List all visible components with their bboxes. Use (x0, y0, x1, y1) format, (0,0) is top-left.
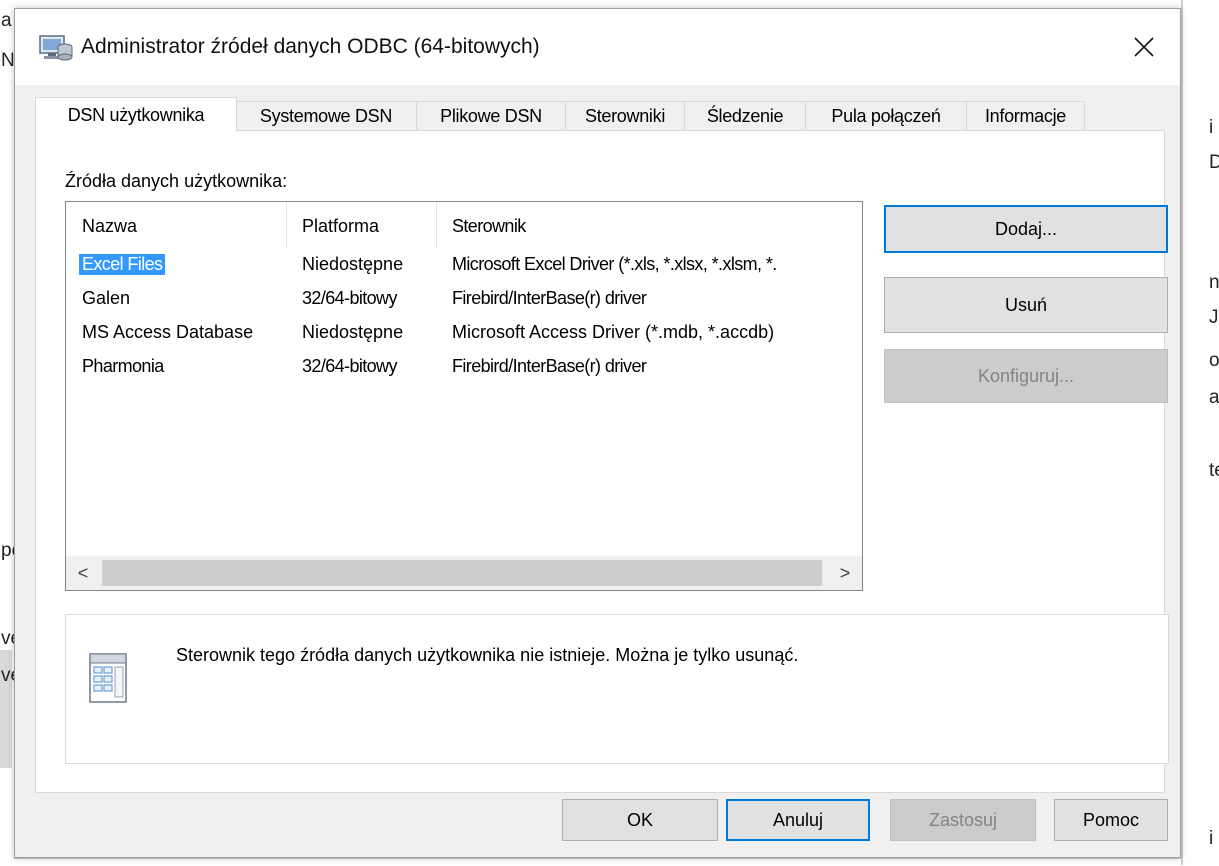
item-name: Excel Files (79, 254, 166, 275)
tab-user-dsn[interactable]: DSN użytkownika (35, 97, 237, 132)
list-item[interactable]: MS Access Database Niedostępne Microsoft… (66, 318, 862, 352)
bg-fragment: i (1209, 117, 1214, 138)
scroll-left-icon[interactable]: < (66, 556, 100, 590)
column-header-driver[interactable]: Sterownik (452, 216, 526, 237)
list-header: Nazwa Platforma Sterownik (66, 202, 862, 248)
tab-system-dsn[interactable]: Systemowe DSN (235, 101, 417, 130)
item-name: Galen (82, 288, 131, 308)
tab-panel-user-dsn: Źródła danych użytkownika: Nazwa Platfor… (35, 130, 1169, 793)
list-item[interactable]: Pharmonia 32/64-bitowy Firebird/InterBas… (66, 352, 862, 386)
close-icon (1134, 37, 1154, 57)
bg-fragment: o (1209, 350, 1219, 371)
bg-fragment: i (1209, 828, 1214, 849)
item-platform: 32/64-bitowy (302, 356, 397, 376)
info-message: Sterownik tego źródła danych użytkownika… (176, 645, 799, 665)
column-header-name[interactable]: Nazwa (82, 216, 137, 237)
item-platform: Niedostępne (302, 254, 404, 274)
scrollbar-thumb[interactable] (102, 560, 822, 586)
bg-fragment: n (1209, 272, 1219, 293)
column-separator[interactable] (436, 202, 437, 248)
tab-file-dsn[interactable]: Plikowe DSN (416, 101, 566, 130)
background-window-left: a N pe ve ve (0, 0, 22, 865)
background-window-right: i D n J o a te i (1181, 0, 1219, 865)
remove-button[interactable]: Usuń (884, 277, 1168, 333)
tab-drivers[interactable]: Sterowniki (565, 101, 685, 130)
item-name: MS Access Database (82, 322, 254, 342)
column-header-platform[interactable]: Platforma (302, 216, 379, 237)
configure-button[interactable]: Konfiguruj... (884, 349, 1168, 403)
dialog-title: Administrator źródeł danych ODBC (64-bit… (81, 35, 540, 58)
list-item[interactable]: Galen 32/64-bitowy Firebird/InterBase(r)… (66, 284, 862, 318)
bg-fragment: a (1209, 387, 1219, 408)
bg-fragment: a (1, 10, 12, 31)
item-driver: Firebird/InterBase(r) driver (452, 356, 647, 376)
ok-button[interactable]: OK (562, 799, 718, 841)
odbc-app-icon (39, 33, 73, 63)
cancel-button[interactable]: Anuluj (726, 799, 870, 841)
info-box: Sterownik tego źródła danych użytkownika… (65, 614, 1169, 764)
bg-fragment: te (1209, 460, 1219, 481)
column-separator[interactable] (286, 202, 287, 248)
add-button[interactable]: Dodaj... (884, 205, 1168, 253)
user-data-sources-label: Źródła danych użytkownika: (65, 171, 288, 191)
bg-fragment: D (1209, 152, 1219, 173)
data-sources-list[interactable]: Nazwa Platforma Sterownik Excel Files Ni… (65, 201, 863, 591)
item-platform: Niedostępne (302, 322, 404, 342)
item-driver: Microsoft Access Driver (*.mdb, *.accdb) (452, 322, 775, 342)
bg-divider (1181, 0, 1183, 865)
item-platform: 32/64-bitowy (302, 288, 397, 308)
bg-fragment: N (1, 50, 15, 71)
tab-about[interactable]: Informacje (966, 101, 1085, 130)
help-button[interactable]: Pomoc (1054, 799, 1168, 841)
bg-fragment: J (1209, 307, 1219, 328)
close-button[interactable] (1108, 9, 1180, 85)
data-source-icon (84, 650, 132, 708)
item-driver: Microsoft Excel Driver (*.xls, *.xlsx, *… (452, 254, 777, 274)
apply-button[interactable]: Zastosuj (890, 799, 1036, 841)
list-item[interactable]: Excel Files Niedostępne Microsoft Excel … (66, 250, 862, 284)
item-driver: Firebird/InterBase(r) driver (452, 288, 647, 308)
horizontal-scrollbar[interactable]: < > (66, 556, 862, 590)
tab-tracing[interactable]: Śledzenie (684, 101, 806, 130)
title-bar[interactable]: Administrator źródeł danych ODBC (64-bit… (15, 9, 1180, 85)
tab-connection-pooling[interactable]: Pula połączeń (805, 101, 967, 130)
odbc-admin-dialog: Administrator źródeł danych ODBC (64-bit… (14, 8, 1181, 858)
item-name: Pharmonia (82, 356, 164, 376)
scroll-right-icon[interactable]: > (828, 556, 862, 590)
